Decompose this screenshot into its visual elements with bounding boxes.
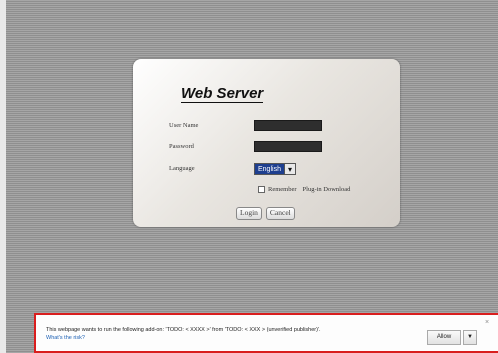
login-panel: Web Server User Name Password Language E…: [133, 59, 400, 227]
addon-notification-bar: This webpage wants to run the following …: [34, 313, 498, 353]
whats-the-risk-link[interactable]: What's the risk?: [46, 335, 85, 341]
plugin-download-link[interactable]: Plug-in Download: [303, 186, 351, 193]
password-input[interactable]: [254, 141, 322, 152]
remember-label: Remember: [268, 186, 297, 193]
language-label: Language: [169, 165, 195, 172]
chevron-down-icon[interactable]: ▾: [284, 163, 296, 175]
notification-message: This webpage wants to run the following …: [46, 327, 321, 333]
login-button[interactable]: Login: [236, 207, 262, 220]
language-selected-value: English: [254, 163, 285, 175]
allow-button[interactable]: Allow: [427, 330, 461, 345]
close-icon[interactable]: ×: [485, 319, 489, 326]
remember-row: Remember Plug-in Download: [258, 186, 350, 193]
allow-dropdown-icon[interactable]: ▼: [463, 330, 477, 345]
login-title: Web Server: [181, 85, 264, 103]
language-select[interactable]: English ▾: [254, 163, 296, 175]
cancel-button[interactable]: Cancel: [265, 207, 295, 220]
password-label: Password: [169, 143, 194, 150]
remember-checkbox[interactable]: [258, 186, 265, 193]
page-background: Web Server User Name Password Language E…: [0, 0, 498, 353]
username-label: User Name: [169, 122, 199, 129]
login-button-row: Login Cancel: [236, 207, 295, 220]
username-input[interactable]: [254, 120, 322, 131]
